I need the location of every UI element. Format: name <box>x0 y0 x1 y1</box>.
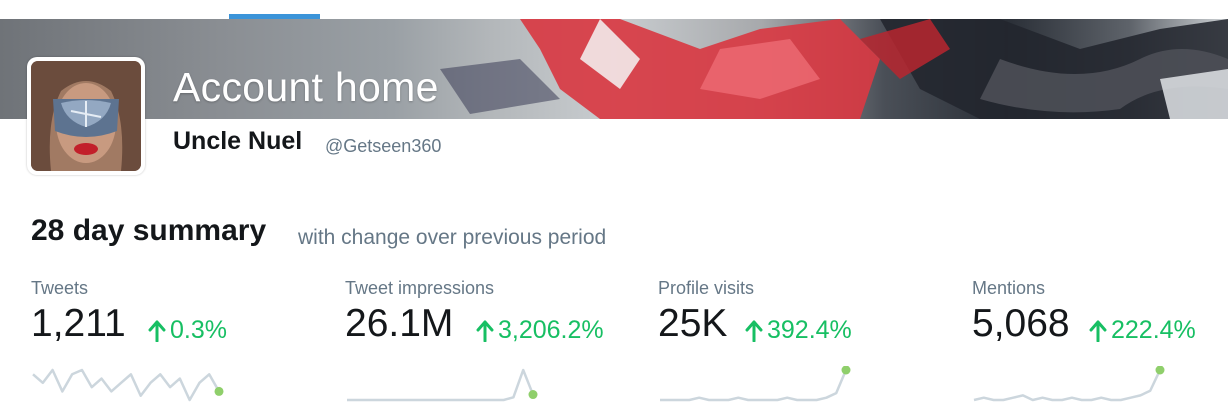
account-handle[interactable]: @Getseen360 <box>325 136 441 157</box>
avatar-image <box>31 61 141 171</box>
metric-value: 25K <box>658 302 728 345</box>
account-display-name[interactable]: Uncle Nuel <box>173 127 302 156</box>
metric-mentions[interactable]: Mentions 5,068 222.4% <box>972 278 1228 409</box>
sparkline-chart <box>973 366 1165 402</box>
sparkline-endpoint <box>1155 366 1165 375</box>
metric-change-value: 0.3% <box>170 316 227 344</box>
metric-value: 26.1M <box>345 302 454 345</box>
top-navigation <box>0 0 1228 19</box>
profile-avatar[interactable] <box>27 57 145 175</box>
metric-tweets[interactable]: Tweets 1,211 0.3% <box>31 278 331 409</box>
metric-profile-visits[interactable]: Profile visits 25K 392.4% <box>658 278 958 409</box>
metric-label: Profile visits <box>658 278 755 298</box>
metric-change: 392.4% <box>745 316 852 345</box>
metric-change-value: 3,206.2% <box>498 316 604 344</box>
summary-subheading: with change over previous period <box>298 226 607 249</box>
metric-change: 222.4% <box>1089 316 1196 345</box>
up-arrow-icon <box>476 320 494 342</box>
sparkline-line <box>973 369 1162 402</box>
sparkline-line <box>660 369 848 402</box>
metric-change-value: 392.4% <box>767 316 852 344</box>
metric-value: 1,211 <box>31 302 126 345</box>
metric-change: 3,206.2% <box>476 316 604 345</box>
sparkline-endpoint <box>528 390 538 400</box>
up-arrow-icon <box>1089 320 1107 342</box>
metric-label: Tweet impressions <box>345 278 495 298</box>
sparkline-endpoint <box>841 366 851 375</box>
sparkline-endpoint <box>214 386 224 396</box>
metric-tweet-impressions[interactable]: Tweet impressions 26.1M 3,206.2% <box>345 278 645 409</box>
metric-change: 0.3% <box>148 316 227 345</box>
up-arrow-icon <box>148 320 166 342</box>
sparkline-line <box>347 368 535 402</box>
sparkline-line <box>32 368 221 402</box>
sparkline-chart <box>32 368 224 402</box>
up-arrow-icon <box>745 320 763 342</box>
sparkline-chart <box>347 368 538 402</box>
metric-value: 5,068 <box>972 302 1070 345</box>
metric-label: Mentions <box>972 278 1046 298</box>
metric-change-value: 222.4% <box>1111 316 1196 344</box>
page-title: Account home <box>173 64 439 110</box>
summary-heading: 28 day summary <box>31 214 267 247</box>
metric-label: Tweets <box>31 278 89 298</box>
sparkline-chart <box>660 366 851 402</box>
